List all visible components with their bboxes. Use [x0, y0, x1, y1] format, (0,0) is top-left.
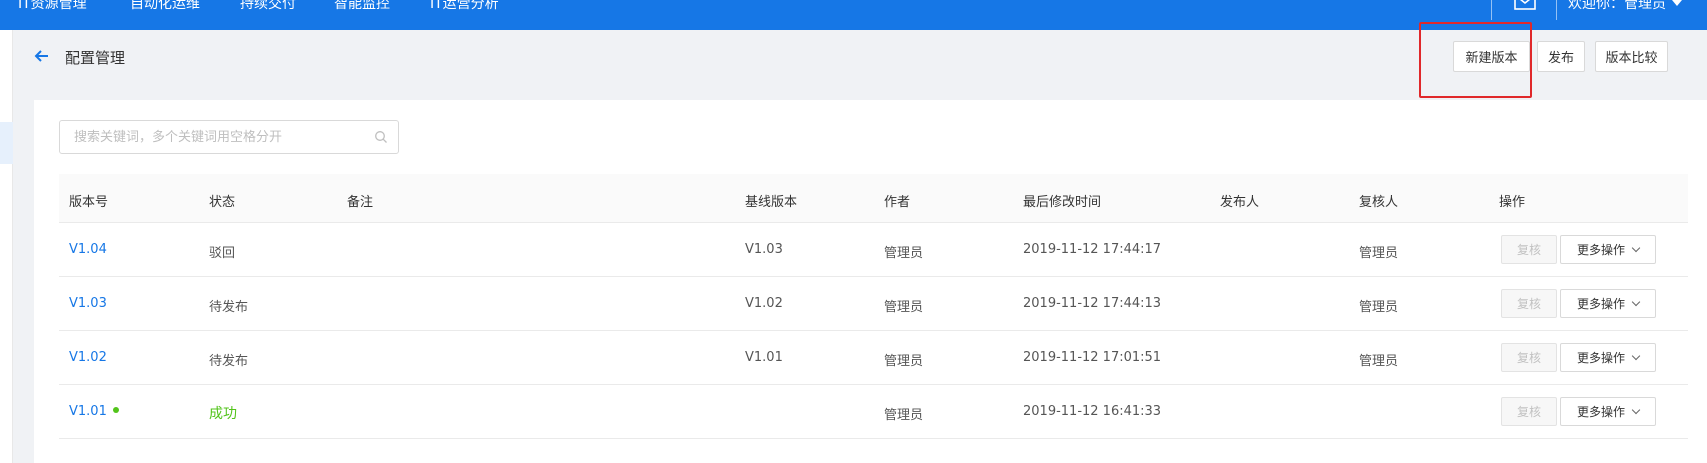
- modified-time: 2019-11-12 17:44:13: [1023, 296, 1162, 311]
- column-header-publisher: 发布人: [1220, 195, 1260, 210]
- more-actions-button[interactable]: 更多操作: [1560, 343, 1656, 372]
- version-link[interactable]: V1.01: [69, 404, 119, 419]
- caret-down-icon: [1672, 0, 1682, 6]
- nav-item-it-resources[interactable]: IT资源管理: [18, 0, 87, 13]
- column-header-status: 状态: [209, 195, 236, 210]
- version-label: V1.01: [69, 404, 107, 419]
- chevron-down-icon: [1631, 351, 1641, 360]
- page-title: 配置管理: [65, 49, 126, 67]
- more-actions-button[interactable]: 更多操作: [1560, 397, 1656, 426]
- chevron-down-icon: [1631, 297, 1641, 306]
- review-button[interactable]: 复核: [1501, 343, 1557, 372]
- sidebar: [0, 30, 13, 463]
- author: 管理员: [884, 300, 924, 315]
- status-text: 成功: [209, 406, 237, 422]
- column-header-reviewer: 复核人: [1359, 195, 1399, 210]
- review-button[interactable]: 复核: [1501, 235, 1557, 264]
- welcome-text: 欢迎你：管理员: [1568, 0, 1666, 12]
- author: 管理员: [884, 408, 924, 423]
- author: 管理员: [884, 246, 924, 261]
- baseline-version: V1.03: [745, 242, 783, 257]
- chevron-down-icon: [1631, 243, 1641, 252]
- publish-button[interactable]: 发布: [1537, 41, 1585, 72]
- table-row: V1.04 驳回 V1.03 管理员 2019-11-12 17:44:17 管…: [59, 223, 1688, 277]
- table-row: V1.01 成功 管理员 2019-11-12 16:41:33 复核 更多操作: [59, 385, 1688, 439]
- baseline-version: V1.01: [745, 350, 783, 365]
- baseline-version: V1.02: [745, 296, 783, 311]
- table-row: V1.03 待发布 V1.02 管理员 2019-11-12 17:44:13 …: [59, 277, 1688, 331]
- more-actions-label: 更多操作: [1576, 405, 1625, 419]
- reviewer: 管理员: [1359, 354, 1399, 369]
- topbar-divider: [1556, 0, 1557, 20]
- search-icon[interactable]: [374, 130, 388, 144]
- topbar-divider: [1491, 0, 1492, 20]
- nav-item-automation-ops[interactable]: 自动化运维: [130, 0, 200, 13]
- column-header-baseline: 基线版本: [745, 195, 798, 210]
- table-header: 版本号 状态 备注 基线版本 作者 最后修改时间 发布人 复核人 操作: [59, 174, 1688, 223]
- more-actions-button[interactable]: 更多操作: [1560, 235, 1656, 264]
- nav-item-it-ops-analysis[interactable]: IT运营分析: [430, 0, 499, 13]
- search-input[interactable]: [59, 120, 399, 154]
- column-header-note: 备注: [347, 195, 374, 210]
- review-button[interactable]: 复核: [1501, 289, 1557, 318]
- modified-time: 2019-11-12 17:01:51: [1023, 350, 1162, 365]
- status-text: 待发布: [209, 354, 249, 369]
- arrow-left-icon[interactable]: [34, 48, 50, 64]
- column-header-actions: 操作: [1499, 195, 1526, 210]
- user-menu[interactable]: 欢迎你：管理员: [1568, 0, 1682, 13]
- column-header-version: 版本号: [69, 195, 109, 210]
- table-row: V1.02 待发布 V1.01 管理员 2019-11-12 17:01:51 …: [59, 331, 1688, 385]
- modified-time: 2019-11-12 17:44:17: [1023, 242, 1162, 257]
- modified-time: 2019-11-12 16:41:33: [1023, 404, 1162, 419]
- version-link[interactable]: V1.02: [69, 350, 107, 365]
- top-nav-bar: IT资源管理 自动化运维 持续交付 智能监控 IT运营分析 欢迎你：管理员: [0, 0, 1707, 30]
- nav-item-smart-monitoring[interactable]: 智能监控: [334, 0, 390, 13]
- chevron-down-icon: [1631, 405, 1641, 414]
- column-header-author: 作者: [884, 195, 911, 210]
- new-version-button[interactable]: 新建版本: [1453, 41, 1530, 72]
- status-text: 驳回: [209, 246, 236, 261]
- column-header-modified: 最后修改时间: [1023, 195, 1102, 210]
- compare-versions-button[interactable]: 版本比较: [1595, 41, 1668, 72]
- nav-item-continuous-delivery[interactable]: 持续交付: [240, 0, 296, 13]
- more-actions-label: 更多操作: [1576, 297, 1625, 311]
- mail-icon[interactable]: [1514, 0, 1536, 10]
- reviewer: 管理员: [1359, 300, 1399, 315]
- more-actions-button[interactable]: 更多操作: [1560, 289, 1656, 318]
- status-text: 待发布: [209, 300, 249, 315]
- version-link[interactable]: V1.04: [69, 242, 107, 257]
- sidebar-active-item[interactable]: [0, 122, 13, 164]
- reviewer: 管理员: [1359, 246, 1399, 261]
- review-button[interactable]: 复核: [1501, 397, 1557, 426]
- success-dot-icon: [112, 407, 119, 413]
- version-link[interactable]: V1.03: [69, 296, 107, 311]
- more-actions-label: 更多操作: [1576, 243, 1625, 257]
- more-actions-label: 更多操作: [1576, 351, 1625, 365]
- author: 管理员: [884, 354, 924, 369]
